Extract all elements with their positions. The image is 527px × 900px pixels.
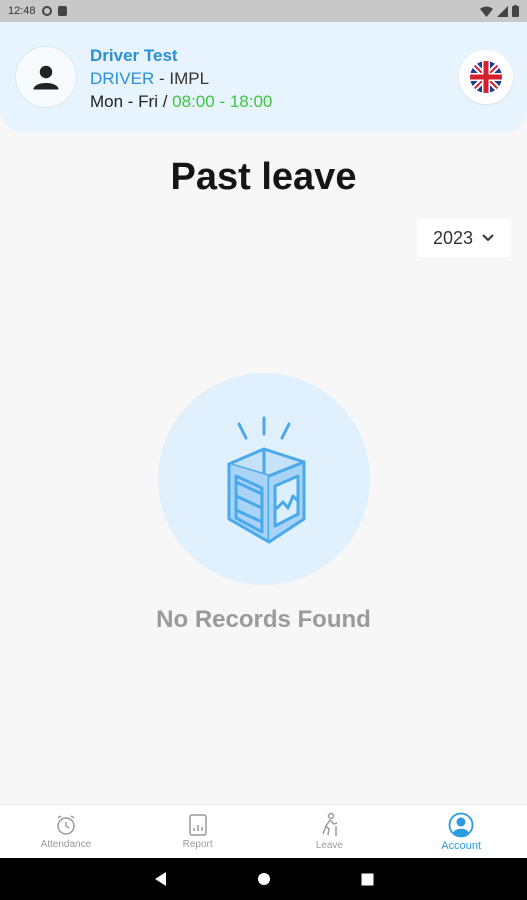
- work-hours: 08:00 - 18:00: [172, 92, 273, 111]
- work-days: Mon - Fri /: [90, 92, 173, 111]
- user-name: Driver Test: [90, 46, 178, 65]
- empty-state-message: No Records Found: [156, 606, 371, 633]
- nav-report-label: Report: [182, 839, 213, 850]
- sim-card-icon: [57, 6, 67, 16]
- account-circle-icon: [448, 812, 474, 837]
- nav-attendance-label: Attendance: [40, 839, 92, 850]
- wifi-icon: [480, 6, 493, 17]
- report-doc-icon: [188, 814, 207, 836]
- role-separator: -: [154, 69, 170, 88]
- nav-report[interactable]: Report: [132, 805, 264, 858]
- status-bar: 12:48: [0, 0, 527, 22]
- recents-icon[interactable]: [361, 873, 374, 886]
- home-icon[interactable]: [257, 872, 271, 886]
- profile-header: Driver Test DRIVER - IMPL Mon - Fri / 08…: [0, 22, 527, 132]
- work-schedule: Mon - Fri / 08:00 - 18:00: [90, 90, 272, 113]
- system-navigation-bar: [0, 858, 527, 900]
- signal-icon: [497, 5, 508, 17]
- nav-account[interactable]: Account: [395, 805, 527, 858]
- person-icon: [33, 65, 59, 90]
- status-time: 12:48: [8, 5, 36, 17]
- user-role-line: DRIVER - IMPL: [90, 67, 272, 90]
- empty-state-illustration: [158, 373, 370, 585]
- sync-icon: [41, 6, 52, 16]
- uk-flag-icon: [470, 61, 502, 93]
- avatar[interactable]: [15, 46, 77, 108]
- status-right: [480, 5, 519, 17]
- year-value: 2023: [432, 227, 474, 248]
- language-button[interactable]: [459, 50, 513, 104]
- chevron-down-icon: [482, 234, 494, 242]
- walking-person-icon: [322, 812, 338, 836]
- alarm-clock-icon: [57, 815, 75, 835]
- user-role: DRIVER: [90, 69, 155, 88]
- nav-attendance[interactable]: Attendance: [0, 805, 132, 858]
- nav-leave-label: Leave: [315, 840, 343, 851]
- bottom-navigation: Attendance Report Leave Account: [0, 804, 527, 858]
- year-dropdown[interactable]: 2023: [417, 219, 511, 257]
- page-title: Past leave: [170, 156, 357, 198]
- user-info: Driver Test DRIVER - IMPL Mon - Fri / 08…: [90, 44, 272, 113]
- nav-account-label: Account: [441, 839, 481, 852]
- status-left: 12:48: [8, 5, 67, 17]
- back-icon[interactable]: [153, 871, 167, 887]
- nav-leave[interactable]: Leave: [264, 805, 396, 858]
- battery-icon: [512, 5, 519, 17]
- empty-box-icon: [227, 416, 306, 544]
- user-company: IMPL: [169, 69, 210, 88]
